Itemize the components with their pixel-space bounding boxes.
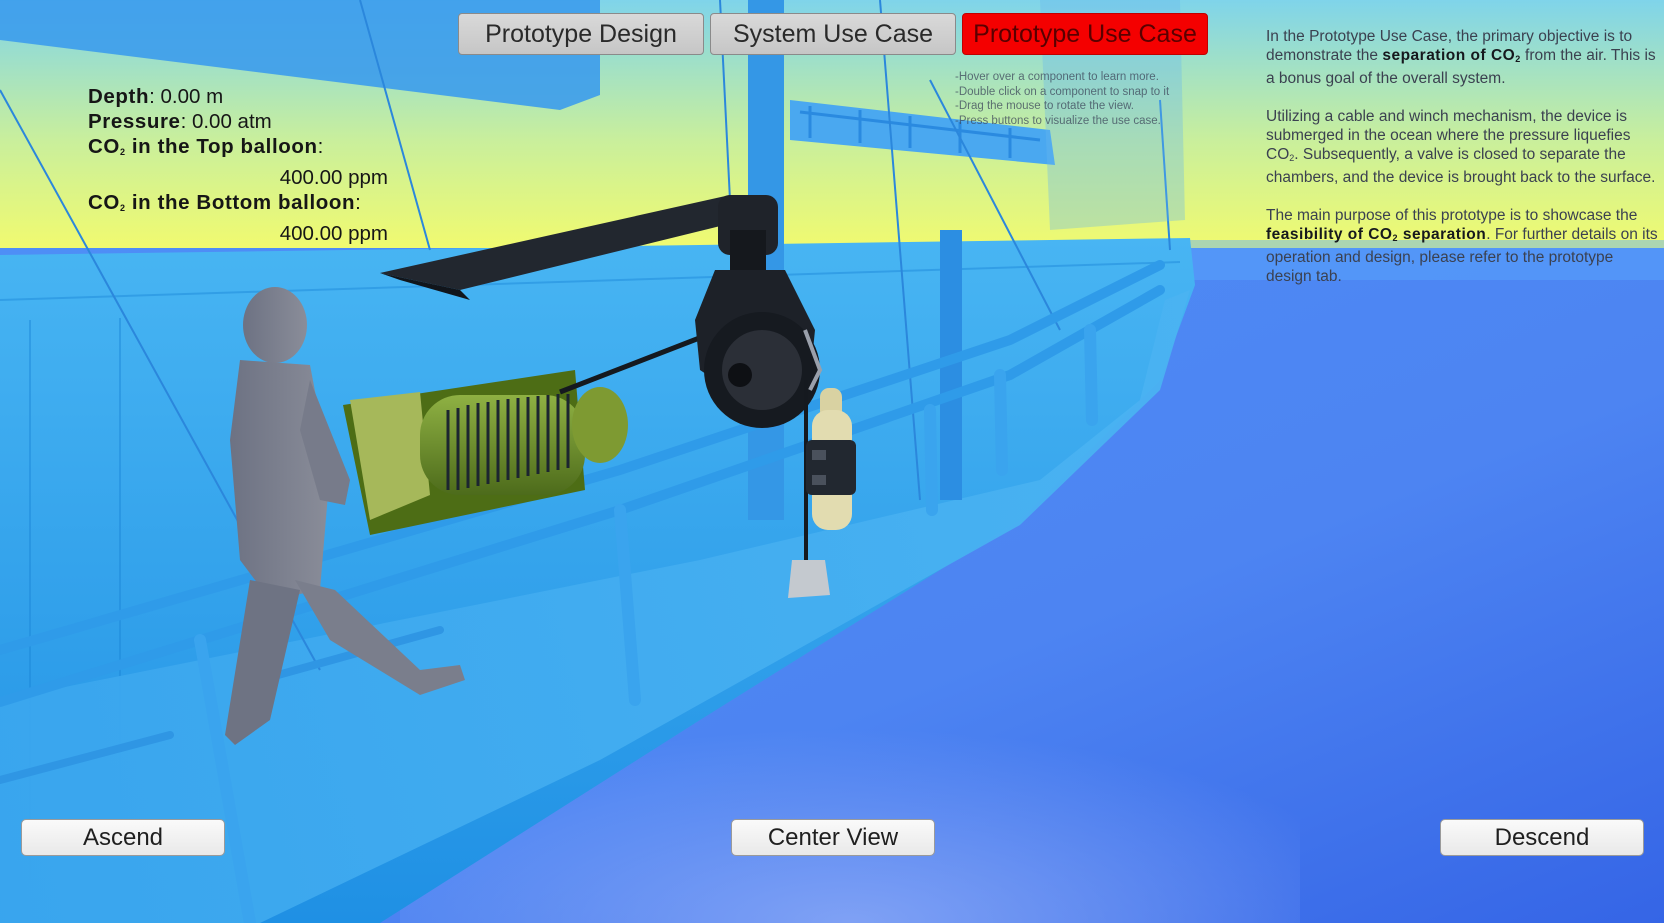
top-balloon-label: CO2 in the Top balloon <box>88 135 318 158</box>
description-paragraph-1: In the Prototype Use Case, the primary o… <box>1266 28 1656 87</box>
bottom-balloon-value: 400.00 ppm <box>279 222 388 245</box>
hint-double-click: -Double click on a component to snap to … <box>955 85 1170 98</box>
depth-label: Depth <box>88 85 150 108</box>
top-balloon-readout: CO2 in the Top balloon: 400.00 ppm <box>88 135 388 189</box>
center-view-button[interactable]: Center View <box>731 819 935 856</box>
ascend-button[interactable]: Ascend <box>21 819 225 856</box>
depth-value: : 0.00 m <box>149 85 224 108</box>
bottom-balloon-label: CO2 in the Bottom balloon <box>88 191 356 214</box>
description-paragraph-3: The main purpose of this prototype is to… <box>1266 207 1658 285</box>
usage-hints: -Hover over a component to learn more. -… <box>955 70 1169 128</box>
hint-hover: -Hover over a component to learn more. <box>955 71 1159 83</box>
status-panel: Depth: 0.00 m Pressure: 0.00 atm CO2 in … <box>88 84 388 246</box>
bottom-balloon-readout: CO2 in the Bottom balloon: 400.00 ppm <box>88 191 388 245</box>
tab-system-use-case[interactable]: System Use Case <box>710 13 956 55</box>
tab-prototype-design[interactable]: Prototype Design <box>458 13 704 55</box>
pressure-readout: Pressure: 0.00 atm <box>88 109 388 134</box>
unity-viewport[interactable]: Prototype Design System Use Case Prototy… <box>0 0 1664 923</box>
description-paragraph-2: Utilizing a cable and winch mechanism, t… <box>1266 108 1656 186</box>
pressure-value: : 0.00 atm <box>180 110 272 133</box>
hint-buttons: -Press buttons to visualize the use case… <box>955 114 1161 127</box>
descend-button[interactable]: Descend <box>1440 819 1644 856</box>
depth-readout: Depth: 0.00 m <box>88 84 388 109</box>
hint-drag: -Drag the mouse to rotate the view. <box>955 100 1134 112</box>
use-case-description: In the Prototype Use Case, the primary o… <box>1266 27 1661 305</box>
pressure-label: Pressure <box>88 110 181 133</box>
top-balloon-value: 400.00 ppm <box>279 166 388 189</box>
tab-prototype-use-case[interactable]: Prototype Use Case <box>962 13 1208 55</box>
